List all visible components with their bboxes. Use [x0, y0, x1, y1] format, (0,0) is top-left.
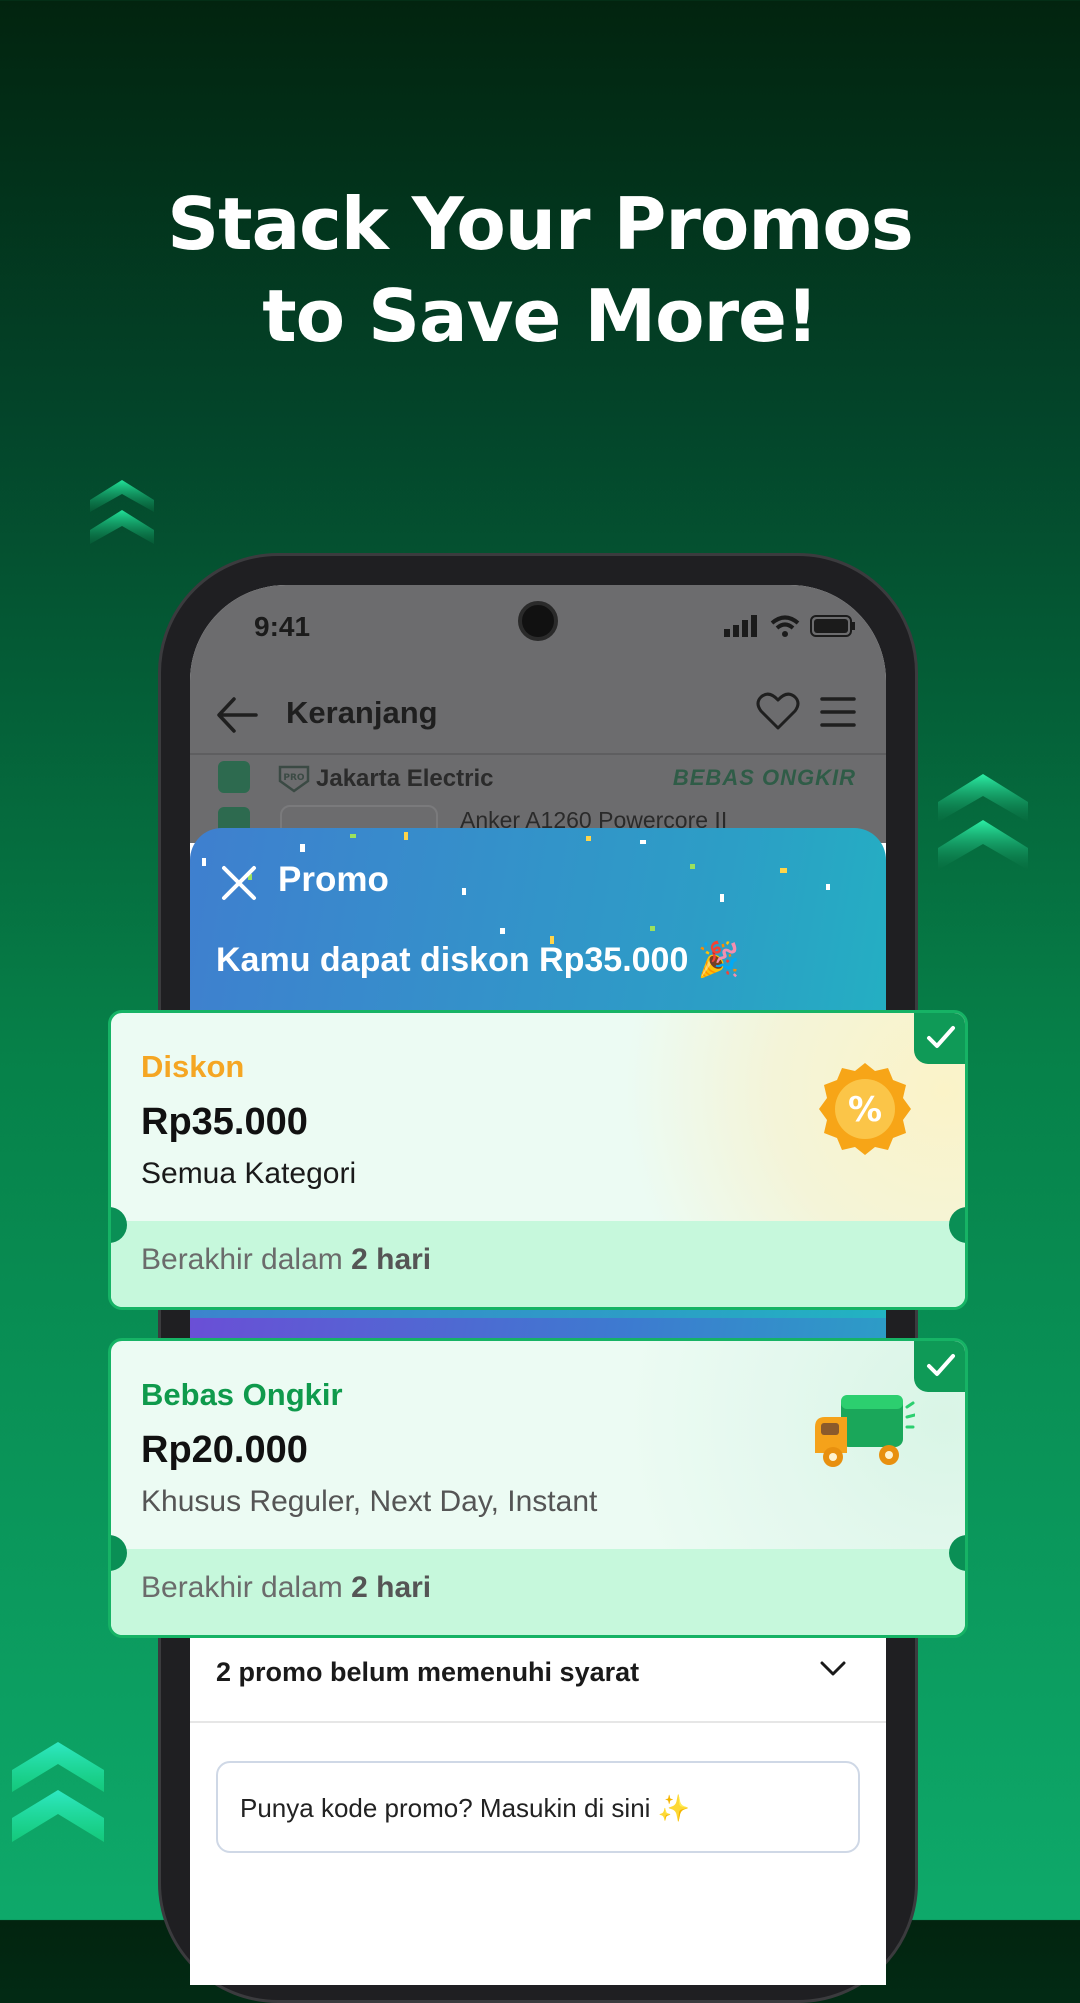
status-icons [724, 615, 856, 637]
voucher-card-free-shipping[interactable]: Bebas Ongkir Rp20.000 Khusus Reguler, Ne… [108, 1338, 968, 1638]
delivery-truck-icon [815, 1395, 915, 1467]
voucher-amount: Rp20.000 [141, 1429, 308, 1471]
voucher-expiry: Berakhir dalam 2 hari [141, 1243, 431, 1277]
selected-check-badge [914, 1013, 965, 1064]
chevron-up-decoration-icon [90, 480, 154, 544]
check-icon [927, 1354, 955, 1376]
wifi-icon [770, 615, 800, 637]
voucher-scope: Khusus Reguler, Next Day, Instant [141, 1485, 598, 1518]
voucher-scope: Semua Kategori [141, 1157, 357, 1190]
close-icon[interactable] [220, 864, 258, 902]
selected-check-badge [914, 1341, 965, 1392]
chevron-up-decoration-icon [12, 1742, 104, 1842]
voucher-footer: Berakhir dalam 2 hari [111, 1221, 965, 1307]
status-time: 9:41 [254, 611, 311, 642]
expiry-prefix: Berakhir dalam [141, 1571, 352, 1604]
free-shipping-tag: BEBAS ONGKIR [672, 765, 856, 790]
unmet-promos-label[interactable]: 2 promo belum memenuhi syarat [216, 1657, 639, 1688]
expiry-value: 2 hari [351, 1571, 432, 1604]
discount-percent-icon: % [819, 1063, 911, 1155]
expiry-value: 2 hari [351, 1243, 432, 1276]
promo-title: Promo [278, 860, 389, 899]
voucher-type: Bebas Ongkir [141, 1377, 343, 1412]
promo-savings-text: Kamu dapat diskon Rp35.000 🎉 [216, 941, 741, 979]
divider [190, 1721, 886, 1723]
menu-icon[interactable] [820, 695, 856, 729]
headline-line-2: to Save More! [262, 274, 819, 358]
voucher-expiry: Berakhir dalam 2 hari [141, 1571, 431, 1605]
promo-code-input[interactable]: Punya kode promo? Masukin di sini ✨ [216, 1761, 860, 1853]
store-name[interactable]: Jakarta Electric [316, 765, 493, 793]
headline-line-1: Stack Your Promos [167, 182, 913, 266]
chevron-down-icon[interactable] [820, 1661, 846, 1677]
check-icon [927, 1026, 955, 1048]
battery-icon [810, 615, 855, 637]
front-camera [518, 601, 558, 641]
store-row: PRO Jakarta Electric BEBAS ONGKIR [190, 753, 886, 805]
cart-topbar: Keranjang [190, 677, 886, 753]
voucher-footer: Berakhir dalam 2 hari [111, 1549, 965, 1635]
voucher-type: Diskon [141, 1049, 245, 1084]
back-arrow-icon[interactable] [216, 695, 258, 735]
pro-badge-icon: PRO [278, 765, 310, 793]
chevron-up-decoration-icon [938, 774, 1028, 870]
voucher-amount: Rp35.000 [141, 1101, 308, 1143]
svg-text:PRO: PRO [283, 773, 305, 783]
expiry-prefix: Berakhir dalam [141, 1243, 352, 1276]
cart-title: Keranjang [286, 695, 438, 730]
voucher-card-discount[interactable]: Diskon Rp35.000 Semua Kategori % Berakhi… [108, 1010, 968, 1310]
headline: Stack Your Promos to Save More! [0, 178, 1080, 362]
promo-sheet-body: 2 promo belum memenuhi syarat Punya kode… [190, 1635, 886, 1985]
wishlist-heart-icon[interactable] [756, 691, 800, 731]
svg-text:%: % [848, 1090, 882, 1130]
store-checkbox[interactable] [218, 761, 250, 793]
signal-icon [724, 615, 757, 637]
